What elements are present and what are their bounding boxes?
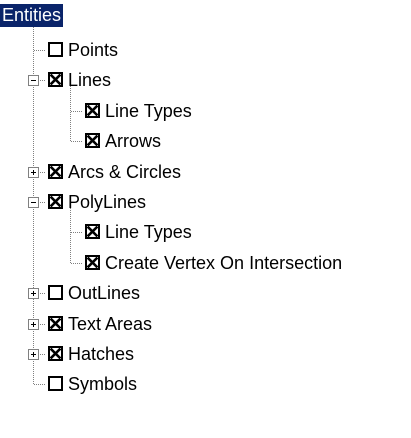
tree-node-label: OutLines	[68, 283, 141, 303]
tree-node-arcs-circles[interactable]: Arcs & Circles	[0, 158, 411, 186]
tree-root-node[interactable]: Entities	[0, 0, 64, 28]
checkbox-checked[interactable]	[85, 103, 100, 118]
entities-tree[interactable]: Entities Points Lines Line Types Arrows Arcs…	[0, 0, 411, 438]
checkbox-checked[interactable]	[48, 164, 63, 179]
tree-node-label: Line Types	[105, 222, 192, 242]
tree-node-label: PolyLines	[68, 192, 147, 212]
x-mark-icon	[50, 196, 61, 207]
checkbox-unchecked[interactable]	[48, 376, 63, 391]
tree-node-lines[interactable]: Lines	[0, 66, 411, 94]
tree-node-label: Symbols	[68, 374, 138, 394]
checkbox-checked[interactable]	[48, 194, 63, 209]
checkbox-checked[interactable]	[85, 133, 100, 148]
collapse-minus-icon[interactable]	[28, 75, 39, 86]
x-mark-icon	[87, 226, 98, 237]
collapse-minus-icon[interactable]	[28, 197, 39, 208]
tree-node-polylines[interactable]: PolyLines	[0, 188, 411, 216]
tree-node-label: Points	[68, 40, 119, 60]
checkbox-checked[interactable]	[48, 316, 63, 331]
checkbox-checked[interactable]	[48, 346, 63, 361]
tree-node-symbols[interactable]: Symbols	[0, 370, 411, 398]
tree-node-label: Hatches	[68, 344, 135, 364]
tree-node-label: Lines	[68, 70, 112, 90]
tree-node-text-areas[interactable]: Text Areas	[0, 310, 411, 338]
expand-plus-icon[interactable]	[28, 319, 39, 330]
checkbox-checked[interactable]	[85, 255, 100, 270]
tree-node-label: Create Vertex On Intersection	[105, 253, 343, 273]
expand-plus-icon[interactable]	[28, 167, 39, 178]
x-mark-icon	[87, 105, 98, 116]
tree-node-points[interactable]: Points	[0, 36, 411, 64]
expand-plus-icon[interactable]	[28, 288, 39, 299]
checkbox-unchecked[interactable]	[48, 42, 63, 57]
tree-node-hatches[interactable]: Hatches	[0, 340, 411, 368]
checkbox-unchecked[interactable]	[48, 285, 63, 300]
tree-node-line-types[interactable]: Line Types	[0, 97, 411, 125]
tree-node-line-types[interactable]: Line Types	[0, 218, 411, 246]
x-mark-icon	[50, 348, 61, 359]
x-mark-icon	[87, 257, 98, 268]
tree-node-label: Text Areas	[68, 314, 153, 334]
tree-node-create-vertex-on-intersection[interactable]: Create Vertex On Intersection	[0, 249, 411, 277]
tree-node-arrows[interactable]: Arrows	[0, 127, 411, 155]
checkbox-checked[interactable]	[85, 224, 100, 239]
tree-node-label: Arrows	[105, 131, 162, 151]
tree-node-outlines[interactable]: OutLines	[0, 279, 411, 307]
x-mark-icon	[87, 135, 98, 146]
tree-node-label: Line Types	[105, 101, 192, 121]
x-mark-icon	[50, 74, 61, 85]
expand-plus-icon[interactable]	[28, 349, 39, 360]
x-mark-icon	[50, 318, 61, 329]
tree-node-label: Arcs & Circles	[68, 162, 182, 182]
tree-root-label[interactable]: Entities	[0, 4, 64, 27]
x-mark-icon	[50, 166, 61, 177]
checkbox-checked[interactable]	[48, 72, 63, 87]
